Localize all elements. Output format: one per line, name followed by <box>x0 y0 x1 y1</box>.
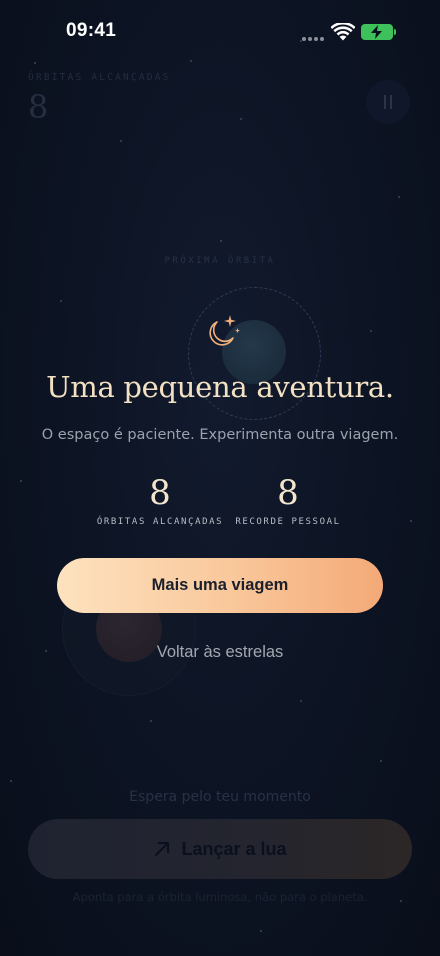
stat-value: 8 <box>277 473 299 513</box>
instruction-text: Aponta para a órbita luminosa, não para … <box>72 890 368 904</box>
arrow-up-right-icon <box>155 841 170 857</box>
hint-text: Espera pelo teu momento <box>129 789 311 805</box>
wifi-icon <box>331 23 355 41</box>
back-to-stars-link[interactable]: Voltar às estrelas <box>0 643 440 662</box>
pause-button[interactable] <box>366 80 410 124</box>
battery-charging-icon <box>361 24 396 40</box>
pause-icon <box>384 95 386 109</box>
game-over-screen: 09:41 ÓRBITAS ALCANÇADAS 8 PRÓXIMA ÓRBIT… <box>0 0 440 956</box>
modal-subtitle: O espaço é paciente. Experimenta outra v… <box>41 427 399 443</box>
score-value: 8 <box>28 88 49 126</box>
play-again-button[interactable]: Mais uma viagem <box>57 558 383 613</box>
next-orbit-label: PRÓXIMA ÓRBITA <box>164 256 276 266</box>
launch-button[interactable]: Lançar a lua <box>28 819 412 879</box>
stat-label: RECORDE PESSOAL <box>235 517 341 527</box>
launch-label: Lançar a lua <box>181 838 287 859</box>
status-bar: 09:41 <box>0 0 440 62</box>
stat-personal-record: 8 RECORDE PESSOAL <box>213 472 363 527</box>
status-time: 09:41 <box>66 20 117 41</box>
score-label: ÓRBITAS ALCANÇADAS <box>28 72 171 83</box>
modal-title: Uma pequena aventura. <box>46 370 394 404</box>
cellular-signal-icon <box>302 37 324 43</box>
moon-stars-icon <box>209 315 240 346</box>
